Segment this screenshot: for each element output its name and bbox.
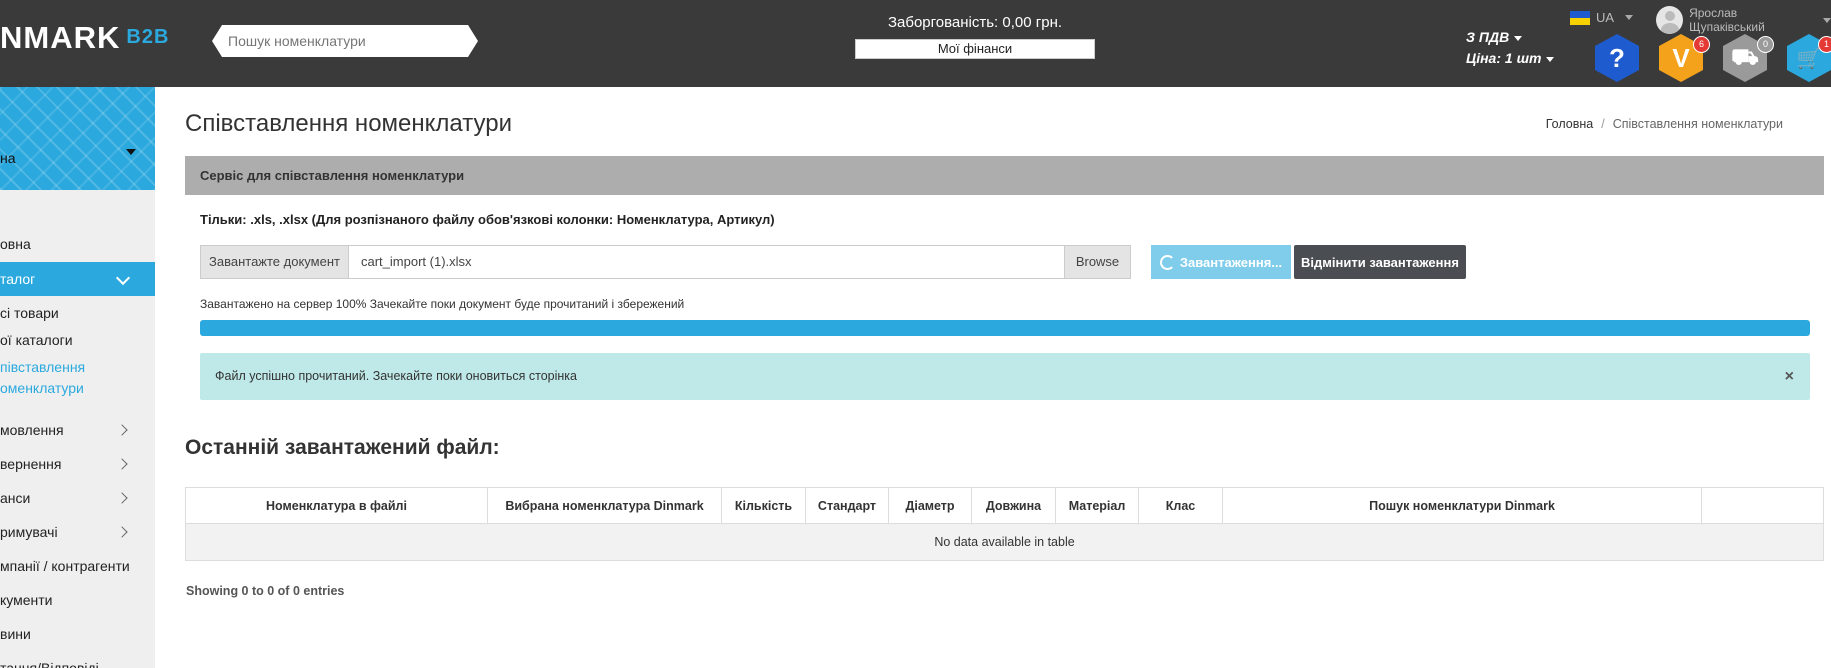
sidebar-item-recipients[interactable]: римувачі: [0, 524, 155, 540]
notification-badge: 6: [1693, 36, 1710, 53]
vat-dropdown[interactable]: З ПДВ: [1466, 27, 1554, 48]
upload-label: Завантажте документ: [201, 246, 349, 278]
chevron-right-icon: [116, 458, 128, 470]
language-selector[interactable]: UA: [1570, 10, 1634, 25]
chevron-right-icon: [116, 526, 128, 538]
chevron-right-icon: [116, 424, 128, 436]
col-length[interactable]: Довжина: [971, 487, 1056, 524]
sidebar-item-faq[interactable]: тання/Відповіді: [0, 660, 155, 668]
cancel-upload-button[interactable]: Відмінити завантаження: [1294, 245, 1466, 279]
col-selected-nomenclature[interactable]: Вибрана номенклатура Dinmark: [487, 487, 722, 524]
table-header-row: Номенклатура в файлі Вибрана номенклатур…: [185, 487, 1824, 524]
caret-down-icon[interactable]: [126, 149, 136, 155]
sidebar-banner: на: [0, 87, 155, 190]
price-dropdown[interactable]: Ціна: 1 шт: [1466, 48, 1555, 69]
ukraine-flag-icon: [1570, 10, 1590, 25]
col-file-nomenclature[interactable]: Номенклатура в файлі: [185, 487, 488, 524]
last-file-table: Номенклатура в файлі Вибрана номенклатур…: [185, 487, 1824, 561]
selected-file-name[interactable]: cart_import (1).xlsx: [349, 246, 1064, 278]
col-diameter[interactable]: Діаметр: [888, 487, 972, 524]
alert-message: Файл успішно прочитаний. Зачекайте поки …: [215, 369, 578, 383]
sidebar-item-home[interactable]: овна: [0, 236, 155, 252]
sidebar-item-catalog[interactable]: талог: [0, 262, 155, 296]
caret-down-icon: [1625, 15, 1634, 20]
user-menu[interactable]: Ярослав Щупаківський: [1656, 6, 1831, 34]
cart-badge: 1: [1818, 36, 1831, 53]
col-class[interactable]: Клас: [1138, 487, 1223, 524]
search-box: [212, 25, 478, 57]
col-actions: [1701, 487, 1824, 524]
empty-table-message: No data available in table: [185, 523, 1824, 561]
delivery-badge: 0: [1757, 36, 1774, 53]
file-format-hint: Тільки: .xls, .xlsx (Для розпізнаного фа…: [200, 212, 775, 227]
sidebar-item-orders[interactable]: мовлення: [0, 422, 155, 438]
user-name: Ярослав Щупаківський: [1689, 6, 1765, 34]
sidebar: на овна талог сі товари ої каталоги півс…: [0, 87, 155, 668]
avatar: [1656, 6, 1684, 34]
upload-progress-bar: [200, 320, 1810, 336]
top-header: NMARKB2B Заборгованість: 0,00 грн. Мої ф…: [0, 0, 1831, 87]
sidebar-item-documents[interactable]: кументи: [0, 592, 155, 608]
debt-label: Заборгованість: 0,00 грн.: [887, 14, 1063, 31]
caret-down-icon: [1823, 17, 1831, 23]
col-quantity[interactable]: Кількість: [721, 487, 806, 524]
sidebar-subitem-mapping[interactable]: півставлення оменклатури: [0, 357, 85, 399]
sidebar-item-finances[interactable]: анси: [0, 490, 155, 506]
price-settings: З ПДВ Ціна: 1 шт: [1466, 27, 1555, 69]
sidebar-item-companies[interactable]: мпанії / контрагенти: [0, 558, 155, 574]
chevron-right-icon: [116, 492, 128, 504]
col-search-nomenclature[interactable]: Пошук номенклатури Dinmark: [1222, 487, 1702, 524]
help-icon[interactable]: ?: [1595, 34, 1639, 82]
close-icon[interactable]: ×: [1785, 353, 1794, 400]
file-upload-field[interactable]: Завантажте документ cart_import (1).xlsx…: [200, 245, 1131, 279]
table-row: No data available in table: [185, 523, 1824, 561]
breadcrumb: Головна / Співставлення номенклатури: [1545, 117, 1783, 131]
sidebar-item-returns[interactable]: вернення: [0, 456, 155, 472]
table-info: Showing 0 to 0 of 0 entries: [186, 584, 345, 598]
sidebar-subitem-all-products[interactable]: сі товари: [0, 305, 59, 321]
breadcrumb-current: Співставлення номенклатури: [1612, 117, 1783, 131]
sidebar-item-news[interactable]: вини: [0, 626, 155, 642]
caret-down-icon: [1514, 35, 1523, 41]
spinner-icon: [1159, 254, 1175, 270]
browse-button[interactable]: Browse: [1064, 246, 1130, 278]
progress-fill: [200, 320, 1810, 336]
page-title: Співставлення номенклатури: [185, 110, 512, 137]
chevron-down-icon: [115, 270, 131, 286]
col-standard[interactable]: Стандарт: [805, 487, 889, 524]
card-header: Сервіс для співставлення номенклатури: [185, 156, 1824, 195]
my-finances-button[interactable]: Мої фінанси: [855, 39, 1095, 59]
progress-status: Завантажено на сервер 100% Зачекайте пок…: [200, 297, 685, 311]
success-alert: Файл успішно прочитаний. Зачекайте поки …: [200, 353, 1810, 400]
col-material[interactable]: Матеріал: [1055, 487, 1139, 524]
sidebar-subitem-my-catalogs[interactable]: ої каталоги: [0, 332, 73, 348]
section-title: Останній завантажений файл:: [185, 436, 500, 459]
breadcrumb-home[interactable]: Головна: [1546, 117, 1594, 131]
caret-down-icon: [1546, 56, 1555, 62]
logo[interactable]: NMARK B2B: [0, 20, 169, 56]
uploading-button[interactable]: Завантаження...: [1151, 245, 1291, 279]
account-name[interactable]: на: [0, 150, 16, 166]
search-input[interactable]: [212, 25, 478, 57]
